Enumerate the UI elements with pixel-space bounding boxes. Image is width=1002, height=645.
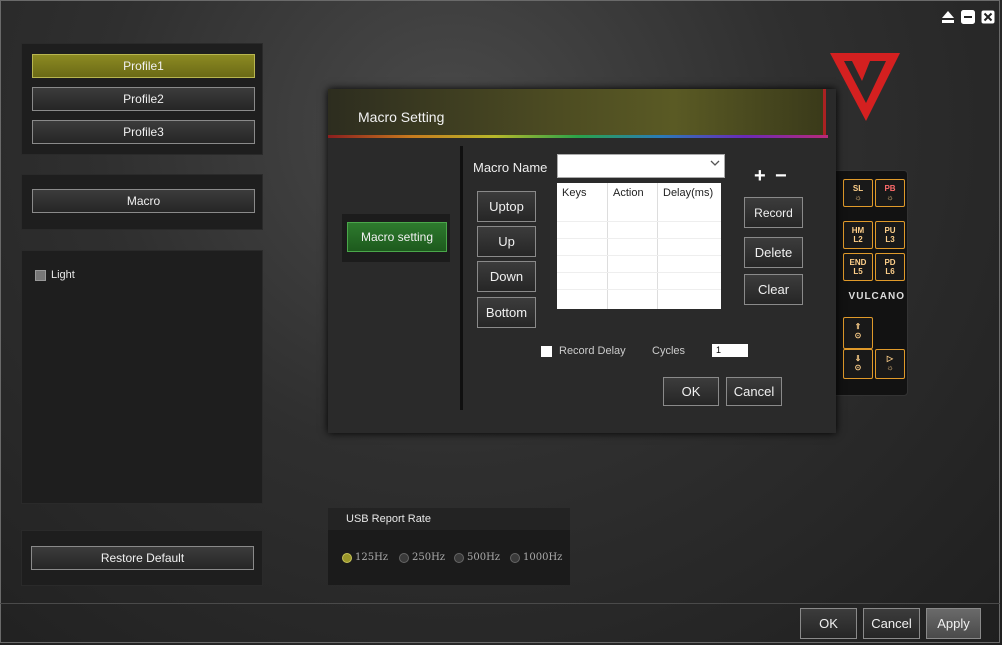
table-grid-line xyxy=(557,289,721,290)
cycles-value: 1 xyxy=(716,345,722,355)
close-icon[interactable] xyxy=(980,9,996,25)
usb-rate-option-250[interactable]: 250Hz xyxy=(399,552,445,563)
table-grid-line xyxy=(607,183,608,309)
table-grid-line xyxy=(557,255,721,256)
usb-rate-option-125[interactable]: 125Hz xyxy=(342,552,388,563)
usb-rate-option-500[interactable]: 500Hz xyxy=(454,552,500,563)
keyboard-key: ▷ ☼ xyxy=(875,349,905,379)
uptop-button[interactable]: Uptop xyxy=(477,191,536,222)
keyboard-key: ⇓ ⊙ xyxy=(843,349,873,379)
profile-1-button[interactable]: Profile1 xyxy=(32,54,255,78)
macro-setting-dialog: Macro Setting Macro setting Macro Name +… xyxy=(328,89,836,433)
radio-selected-icon xyxy=(342,552,352,563)
add-macro-icon[interactable]: + xyxy=(754,165,766,188)
record-delay-option[interactable]: Record Delay xyxy=(541,345,626,357)
brand-logo xyxy=(830,53,900,123)
dialog-title-bar: Macro Setting xyxy=(328,89,826,135)
remove-macro-icon[interactable]: − xyxy=(775,165,787,188)
dialog-cancel-button[interactable]: Cancel xyxy=(726,377,782,406)
apply-button[interactable]: Apply xyxy=(926,608,981,639)
table-grid-line xyxy=(557,238,721,239)
up-button[interactable]: Up xyxy=(477,226,536,257)
dialog-title-underline xyxy=(328,135,828,138)
cycles-input[interactable]: 1 xyxy=(712,344,748,357)
clear-button[interactable]: Clear xyxy=(744,274,803,305)
profile-3-button[interactable]: Profile3 xyxy=(32,120,255,144)
macro-name-label: Macro Name xyxy=(473,160,548,175)
cycles-label: Cycles xyxy=(652,345,686,357)
bottom-button[interactable]: Bottom xyxy=(477,297,536,328)
keyboard-key: PU L3 xyxy=(875,221,905,249)
column-header-delay: Delay(ms) xyxy=(663,187,714,199)
dialog-divider xyxy=(460,146,463,410)
table-grid-line xyxy=(557,221,721,222)
light-panel xyxy=(21,250,263,504)
cancel-button[interactable]: Cancel xyxy=(863,608,920,639)
keyboard-key: SL ☼ xyxy=(843,179,873,207)
keyboard-key: ⇑ ⊙ xyxy=(843,317,873,349)
record-delay-checkbox[interactable] xyxy=(541,345,552,357)
table-grid-line xyxy=(557,272,721,273)
delete-button[interactable]: Delete xyxy=(744,237,803,268)
chevron-down-icon xyxy=(710,160,720,166)
usb-rate-label: 500Hz xyxy=(467,552,501,563)
column-header-keys: Keys xyxy=(562,187,587,199)
keyboard-brand-text: VULCANO xyxy=(848,291,905,302)
window-controls xyxy=(940,9,996,25)
dialog-ok-button[interactable]: OK xyxy=(663,377,719,406)
light-label: Light xyxy=(51,269,75,281)
keyboard-key: PB ☼ xyxy=(875,179,905,207)
light-option[interactable]: Light xyxy=(35,269,75,281)
keyboard-key: HM L2 xyxy=(843,221,873,249)
table-grid-line xyxy=(657,183,658,309)
down-button[interactable]: Down xyxy=(477,261,536,292)
restore-default-button[interactable]: Restore Default xyxy=(31,546,254,570)
eject-icon[interactable] xyxy=(940,9,956,25)
profile-2-button[interactable]: Profile2 xyxy=(32,87,255,111)
record-button[interactable]: Record xyxy=(744,197,803,228)
radio-icon xyxy=(454,552,464,563)
usb-report-rate-title: USB Report Rate xyxy=(328,508,570,530)
macro-name-select[interactable] xyxy=(557,154,725,178)
macro-button[interactable]: Macro xyxy=(32,189,255,213)
dialog-title: Macro Setting xyxy=(358,109,445,125)
minimize-icon[interactable] xyxy=(960,9,976,25)
usb-rate-option-1000[interactable]: 1000Hz xyxy=(510,552,562,563)
ok-button[interactable]: OK xyxy=(800,608,857,639)
radio-icon xyxy=(510,552,520,563)
usb-rate-label: 250Hz xyxy=(412,552,446,563)
column-header-action: Action xyxy=(613,187,644,199)
usb-rate-label: 125Hz xyxy=(355,552,389,563)
light-checkbox[interactable] xyxy=(35,269,46,281)
keyboard-image: SL ☼ PB ☼ HM L2 PU L3 END L5 PD L6 VULCANO ⇑ ⊙ … xyxy=(832,170,908,396)
radio-icon xyxy=(399,552,409,563)
keyboard-key: PD L6 xyxy=(875,253,905,281)
keyboard-key: END L5 xyxy=(843,253,873,281)
usb-report-rate-panel: USB Report Rate 125Hz 250Hz 500Hz 1000Hz xyxy=(328,508,570,585)
record-delay-label: Record Delay xyxy=(559,345,626,357)
tab-macro-setting[interactable]: Macro setting xyxy=(347,222,447,252)
usb-rate-label: 1000Hz xyxy=(523,552,563,563)
macro-events-table[interactable]: Keys Action Delay(ms) xyxy=(557,183,721,309)
